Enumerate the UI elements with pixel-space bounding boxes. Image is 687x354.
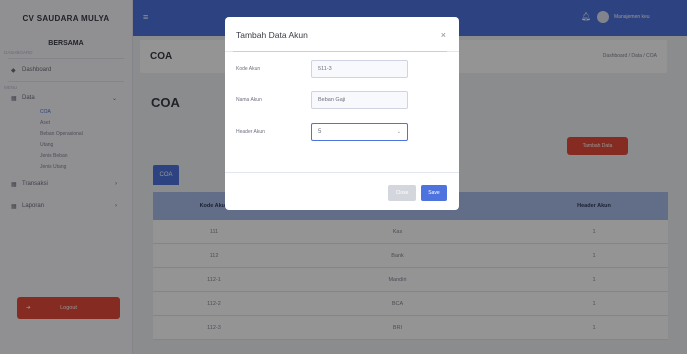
header-akun-selected: 5 (318, 129, 322, 135)
close-button[interactable]: Close (388, 185, 416, 201)
form-row-header-akun: Header Akun 5 ⌄ (236, 123, 408, 141)
kode-akun-label: Kode Akun (236, 66, 261, 72)
header-akun-label: Header Akun (236, 129, 265, 135)
header-divider (233, 51, 447, 52)
kode-akun-field[interactable]: 511-3 (311, 60, 408, 78)
add-account-modal: Tambah Data Akun × Kode Akun 511-3 Nama … (225, 17, 459, 210)
form-row-kode-akun: Kode Akun 511-3 (236, 60, 408, 78)
nama-akun-field[interactable]: Beban Gaji (311, 91, 408, 109)
header-akun-select[interactable]: 5 ⌄ (311, 123, 408, 141)
close-icon[interactable]: × (441, 30, 446, 40)
save-button[interactable]: Save (421, 185, 447, 201)
modal-title: Tambah Data Akun (236, 30, 308, 40)
modal-header: Tambah Data Akun × (225, 17, 459, 52)
nama-akun-label: Nama Akun (236, 97, 262, 103)
form-row-nama-akun: Nama Akun Beban Gaji (236, 91, 408, 109)
footer-divider (225, 172, 459, 173)
chevron-down-icon: ⌄ (396, 129, 401, 135)
